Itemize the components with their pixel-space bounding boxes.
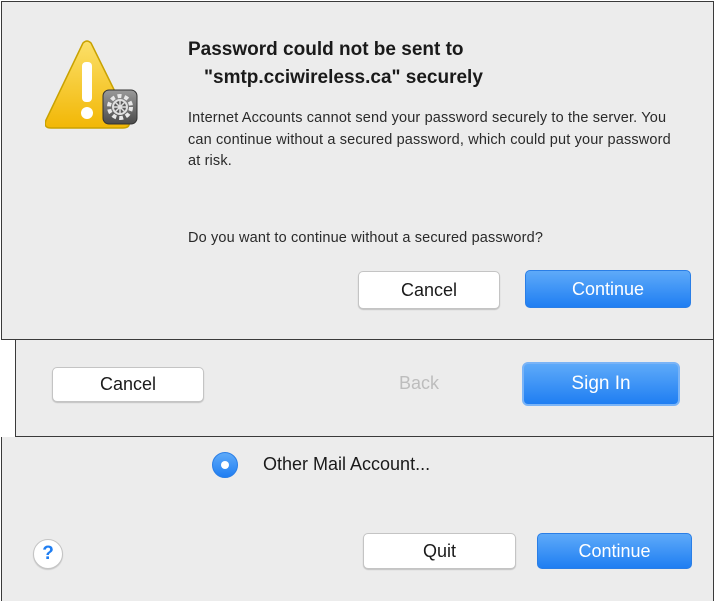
alert-cancel-button[interactable]: Cancel <box>358 271 500 309</box>
alert-continue-button[interactable]: Continue <box>525 270 691 308</box>
continue-button[interactable]: Continue <box>537 533 692 569</box>
setup-cancel-button[interactable]: Cancel <box>52 367 204 402</box>
alert-title-line1: Password could not be sent to <box>188 39 464 60</box>
other-mail-account-radio[interactable] <box>212 452 238 478</box>
alert-title-line2: "smtp.cciwireless.ca" securely <box>204 67 483 88</box>
alert-title: Password could not be sent to "smtp.cciw… <box>188 36 588 92</box>
other-mail-account-label[interactable]: Other Mail Account... <box>263 454 430 475</box>
alert-question: Do you want to continue without a secure… <box>188 230 544 246</box>
help-icon[interactable]: ? <box>33 539 63 569</box>
quit-button[interactable]: Quit <box>363 533 516 569</box>
sign-in-button[interactable]: Sign In <box>522 362 680 406</box>
setup-back-button[interactable]: Back <box>399 373 439 394</box>
alert-message: Internet Accounts cannot send your passw… <box>188 110 671 169</box>
warning-with-gear-icon <box>45 40 138 129</box>
